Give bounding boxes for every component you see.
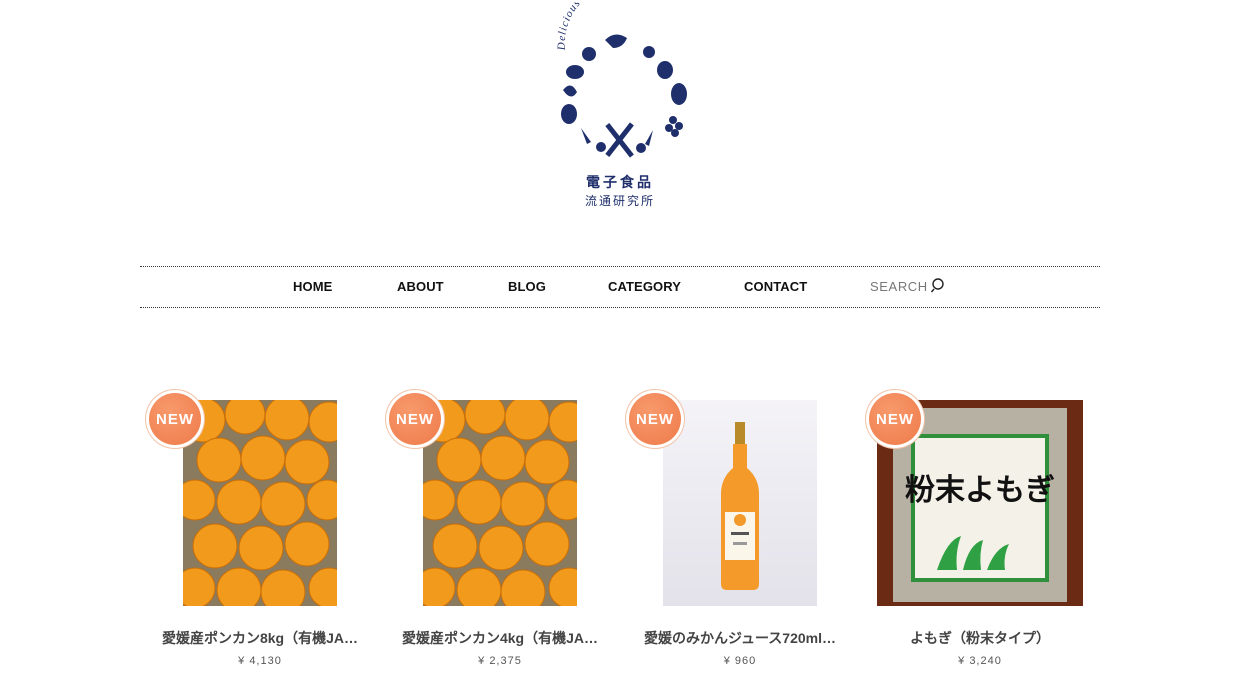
site-logo[interactable]: Delicious & Healthy 電子食品 流通研究所 [545, 0, 695, 212]
product-name[interactable]: 愛媛産ポンカン4kg（有機JA… [390, 628, 610, 648]
logo-name-line2: 流通研究所 [585, 193, 655, 208]
nav-blog[interactable]: BLOG [508, 279, 546, 294]
product-name[interactable]: 愛媛のみかんジュース720ml… [630, 628, 850, 648]
nav-category[interactable]: CATEGORY [608, 279, 681, 294]
product-card[interactable]: 粉末よもぎ NEW よもぎ（粉末タイプ） ¥ 3,240 [860, 390, 1100, 680]
main-nav: HOME ABOUT BLOG CATEGORY CONTACT SEARCH [140, 266, 1100, 308]
product-name[interactable]: 愛媛産ポンカン8kg（有機JA… [150, 628, 370, 648]
product-name[interactable]: よもぎ（粉末タイプ） [870, 628, 1090, 648]
nav-contact[interactable]: CONTACT [744, 279, 807, 294]
search-box[interactable]: SEARCH [870, 277, 947, 294]
search-icon[interactable] [930, 277, 947, 293]
nav-home[interactable]: HOME [293, 279, 332, 294]
product-price: ¥ 2,375 [478, 655, 522, 667]
product-image-oranges[interactable] [183, 400, 337, 606]
search-label[interactable]: SEARCH [870, 279, 928, 294]
new-badge: NEW [626, 390, 684, 448]
product-card[interactable]: NEW 愛媛のみかんジュース720ml… ¥ 960 [620, 390, 860, 680]
new-badge: NEW [866, 390, 924, 448]
logo-tagline: Delicious & Healthy [556, 0, 635, 51]
pack-label: 粉末よもぎ [905, 473, 1055, 508]
product-price: ¥ 3,240 [958, 655, 1002, 667]
new-badge: NEW [146, 390, 204, 448]
product-image-oranges[interactable] [423, 400, 577, 606]
svg-text:Delicious & Healthy: Delicious & Healthy [556, 2, 636, 51]
nav-about[interactable]: ABOUT [397, 279, 444, 294]
product-card[interactable]: NEW 愛媛産ポンカン8kg（有機JA… ¥ 4,130 [140, 390, 380, 680]
logo-name-line1: 電子食品 [586, 174, 654, 191]
new-badge: NEW [386, 390, 444, 448]
product-price: ¥ 960 [723, 655, 757, 667]
product-price: ¥ 4,130 [238, 655, 282, 667]
product-card[interactable]: NEW 愛媛産ポンカン4kg（有機JA… ¥ 2,375 [380, 390, 620, 680]
product-image-juice[interactable] [663, 400, 817, 606]
